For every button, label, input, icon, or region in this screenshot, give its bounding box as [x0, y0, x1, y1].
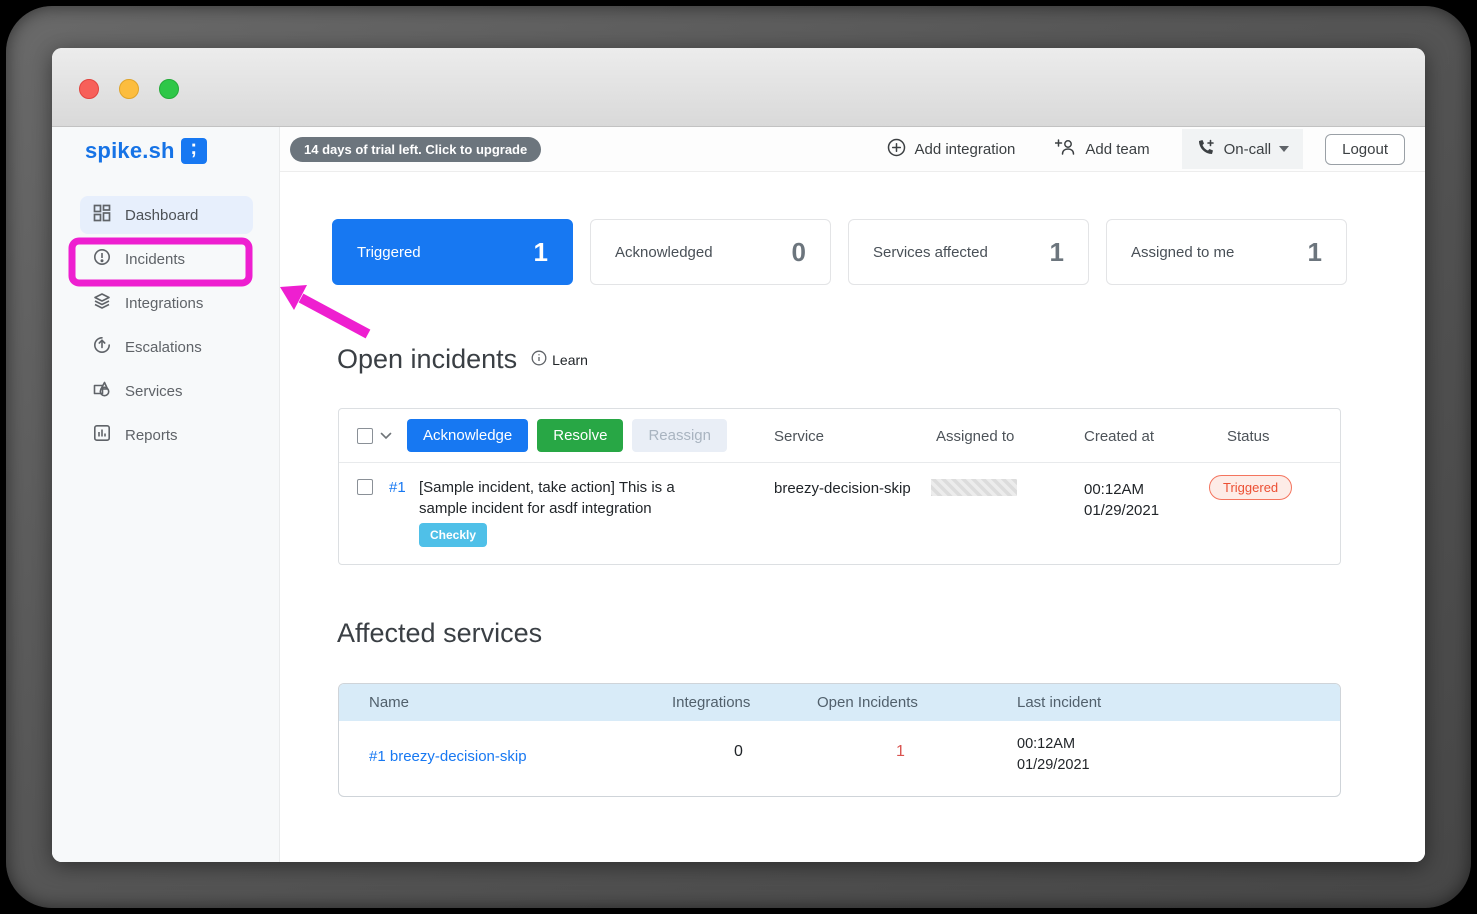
resolve-button[interactable]: Resolve — [537, 419, 624, 452]
brand-name: spike.sh — [85, 138, 175, 163]
brand-logo-icon: ; — [180, 137, 207, 164]
shapes-icon — [93, 380, 111, 402]
main-content: Triggered 1 Acknowledged 0 Services affe… — [280, 172, 1425, 862]
browser-window: spike.sh ; Dashboard Incidents Integrati… — [52, 48, 1425, 862]
dashboard-grid-icon — [93, 204, 111, 226]
arrow-up-circle-icon — [93, 336, 111, 358]
stat-card-triggered[interactable]: Triggered 1 — [332, 219, 573, 285]
created-time: 00:12AM — [1084, 481, 1145, 498]
sidebar-item-label: Reports — [125, 426, 178, 444]
sidebar-item-reports[interactable]: Reports — [80, 416, 253, 454]
stat-card-assigned-to-me[interactable]: Assigned to me 1 — [1106, 219, 1347, 285]
service-row: #1 breezy-decision-skip 0 1 00:12AM 01/2… — [339, 721, 1340, 796]
incident-id-link[interactable]: #1 — [389, 479, 406, 496]
logout-button[interactable]: Logout — [1325, 133, 1405, 165]
created-date: 01/29/2021 — [1084, 502, 1160, 519]
learn-label: Learn — [552, 351, 588, 368]
stat-label: Triggered — [357, 243, 421, 261]
close-window-button[interactable] — [79, 79, 99, 99]
sidebar-item-integrations[interactable]: Integrations — [80, 284, 253, 322]
last-incident-time: 00:12AM — [1017, 736, 1076, 752]
sidebar-nav: Dashboard Incidents Integrations Escalat… — [52, 196, 279, 460]
bar-chart-icon — [93, 424, 111, 446]
sidebar-item-label: Escalations — [125, 338, 202, 356]
select-all-checkbox[interactable] — [357, 427, 373, 444]
sidebar-item-services[interactable]: Services — [80, 372, 253, 410]
column-header-integrations: Integrations — [672, 694, 751, 711]
column-header-created-at: Created at — [1084, 428, 1155, 445]
sidebar-item-dashboard[interactable]: Dashboard — [80, 196, 253, 234]
sidebar: spike.sh ; Dashboard Incidents Integrati… — [52, 127, 280, 862]
column-header-assigned-to: Assigned to — [936, 428, 1015, 445]
service-name-link[interactable]: #1 breezy-decision-skip — [369, 748, 527, 765]
add-team-button[interactable]: Add team — [1055, 138, 1150, 160]
sidebar-item-label: Services — [125, 382, 183, 400]
services-table-header: Name Integrations Open Incidents Last in… — [339, 684, 1340, 721]
stat-value: 1 — [1307, 236, 1322, 267]
learn-link[interactable]: Learn — [531, 350, 588, 369]
info-icon — [531, 350, 547, 369]
incident-service: breezy-decision-skip — [774, 480, 911, 497]
incident-row: #1 [Sample incident, take action] This i… — [339, 463, 1340, 565]
add-integration-label: Add integration — [914, 140, 1016, 158]
stat-value: 0 — [791, 236, 806, 267]
service-last-incident: 00:12AM 01/29/2021 — [1017, 734, 1090, 776]
reassign-button[interactable]: Reassign — [632, 419, 727, 452]
stat-label: Services affected — [873, 243, 988, 261]
layers-icon — [93, 292, 111, 314]
top-navigation-bar: 14 days of trial left. Click to upgrade … — [280, 127, 1425, 172]
column-header-open-incidents: Open Incidents — [817, 694, 918, 711]
brand-logo[interactable]: spike.sh ; — [85, 137, 207, 164]
sidebar-item-label: Integrations — [125, 294, 204, 312]
column-header-last-incident: Last incident — [1017, 694, 1102, 711]
chevron-down-icon — [1279, 146, 1290, 152]
integration-badge[interactable]: Checkly — [419, 523, 488, 547]
app-root: spike.sh ; Dashboard Incidents Integrati… — [52, 127, 1425, 862]
incident-description[interactable]: [Sample incident, take action] This is a… — [419, 478, 711, 519]
open-incidents-title: Open incidents Learn — [337, 344, 588, 375]
sidebar-item-escalations[interactable]: Escalations — [80, 328, 253, 366]
sidebar-item-incidents[interactable]: Incidents — [80, 240, 253, 278]
sidebar-item-label: Incidents — [125, 250, 186, 268]
incident-alert-icon — [93, 248, 111, 270]
acknowledge-button[interactable]: Acknowledge — [407, 419, 529, 452]
sidebar-item-label: Dashboard — [125, 206, 199, 224]
stats-cards: Triggered 1 Acknowledged 0 Services affe… — [332, 219, 1347, 285]
phone-plus-icon — [1196, 137, 1216, 161]
incidents-table-header: Acknowledge Resolve Reassign Service Ass… — [339, 409, 1340, 463]
assigned-to-redacted-value — [931, 479, 1017, 496]
status-badge: Triggered — [1209, 475, 1293, 500]
zoom-window-button[interactable] — [159, 79, 179, 99]
service-open-incidents-count[interactable]: 1 — [896, 743, 905, 761]
column-header-name: Name — [369, 694, 410, 711]
stat-value: 1 — [1049, 236, 1064, 267]
last-incident-date: 01/29/2021 — [1017, 757, 1090, 774]
service-integrations-count: 0 — [734, 743, 743, 760]
trial-upgrade-badge[interactable]: 14 days of trial left. Click to upgrade — [290, 136, 542, 162]
stat-card-acknowledged[interactable]: Acknowledged 0 — [590, 219, 831, 285]
open-incidents-table: Acknowledge Resolve Reassign Service Ass… — [338, 408, 1341, 565]
column-header-status: Status — [1227, 428, 1270, 445]
circle-plus-icon — [887, 138, 906, 161]
add-team-label: Add team — [1085, 140, 1150, 158]
window-titlebar — [52, 48, 1425, 127]
on-call-dropdown[interactable]: On-call — [1181, 129, 1304, 169]
stat-card-services-affected[interactable]: Services affected 1 — [848, 219, 1089, 285]
minimize-window-button[interactable] — [119, 79, 139, 99]
stat-value: 1 — [533, 236, 548, 267]
stat-label: Acknowledged — [615, 243, 713, 261]
topnav-actions: Add integration Add team On-call Logout — [887, 129, 1425, 169]
incident-created-at: 00:12AM 01/29/2021 — [1084, 479, 1159, 521]
stat-label: Assigned to me — [1131, 243, 1235, 261]
on-call-label: On-call — [1223, 140, 1272, 158]
open-incidents-title-text: Open incidents — [337, 344, 518, 374]
select-dropdown-chevron-icon[interactable] — [380, 427, 392, 445]
affected-services-title: Affected services — [337, 618, 542, 649]
add-integration-button[interactable]: Add integration — [887, 138, 1015, 161]
affected-services-table: Name Integrations Open Incidents Last in… — [338, 683, 1341, 797]
column-header-service: Service — [774, 428, 825, 445]
incident-checkbox[interactable] — [357, 479, 373, 495]
add-team-icon — [1055, 138, 1077, 160]
affected-services-title-text: Affected services — [337, 618, 543, 648]
